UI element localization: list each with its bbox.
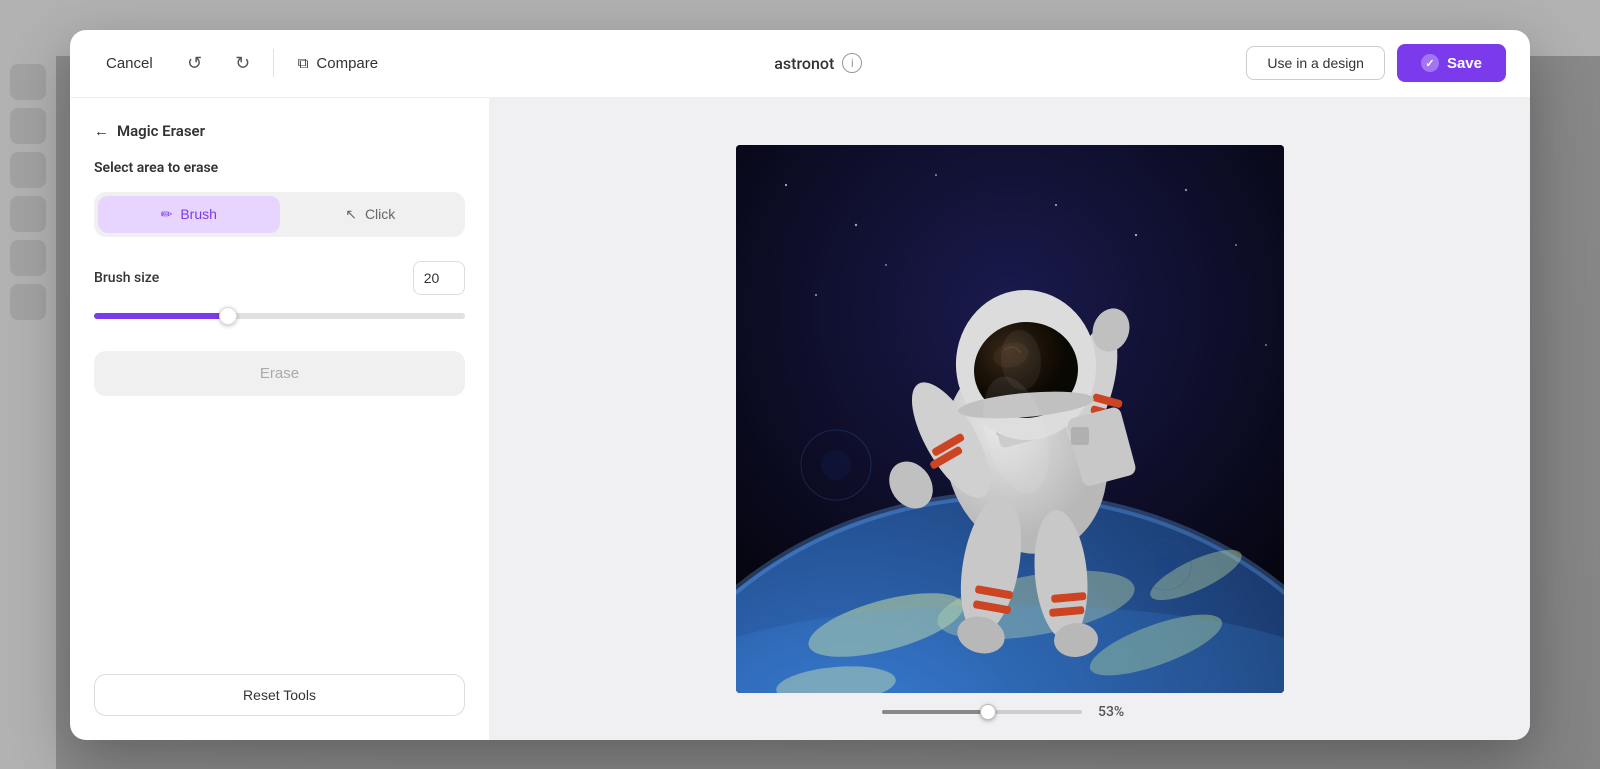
click-icon: ↖	[345, 206, 357, 223]
compare-button[interactable]: ⧉ Compare	[286, 47, 390, 80]
brush-tool-button[interactable]: ✏ Brush	[98, 196, 280, 233]
redo-button[interactable]: ↻	[225, 45, 261, 81]
undo-button[interactable]: ↺	[177, 45, 213, 81]
zoom-slider[interactable]	[882, 710, 1082, 714]
brush-size-input[interactable]	[413, 261, 465, 295]
brush-size-label: Brush size	[94, 270, 159, 286]
tool-name-label: Magic Eraser	[117, 122, 205, 140]
brush-size-slider-container	[94, 305, 465, 327]
modal-body: ← Magic Eraser Select area to erase ✏ Br…	[70, 98, 1530, 740]
spacer	[94, 412, 465, 674]
brush-size-row: Brush size	[94, 261, 465, 295]
select-area-title: Select area to erase	[94, 160, 465, 176]
back-arrow-icon: ←	[94, 122, 109, 140]
header-left: Cancel ↺ ↻ ⧉ Compare	[94, 45, 390, 81]
compare-label: Compare	[316, 55, 378, 72]
zoom-slider-fill	[882, 710, 988, 714]
modal-header: Cancel ↺ ↻ ⧉ Compare astronot i Use in a…	[70, 30, 1530, 98]
header-right: Use in a design ✓ Save	[1246, 44, 1506, 82]
header-center: astronot i	[774, 53, 862, 73]
tool-button-group: ✏ Brush ↖ Click	[94, 192, 465, 237]
slider-thumb[interactable]	[219, 307, 237, 325]
magic-eraser-modal: ✕ Cancel ↺ ↻ ⧉ Compare astronot i Use in…	[70, 30, 1530, 740]
info-button[interactable]: i	[842, 53, 862, 73]
modal-overlay: ✕ Cancel ↺ ↻ ⧉ Compare astronot i Use in…	[0, 0, 1600, 769]
click-tool-button[interactable]: ↖ Click	[280, 196, 462, 233]
left-panel: ← Magic Eraser Select area to erase ✏ Br…	[70, 98, 490, 740]
modal-title: astronot	[774, 54, 834, 73]
brush-icon: ✏	[161, 206, 173, 223]
slider-fill	[94, 313, 228, 319]
reset-tools-button[interactable]: Reset Tools	[94, 674, 465, 716]
cancel-button[interactable]: Cancel	[94, 47, 165, 80]
erase-button[interactable]: Erase	[94, 351, 465, 396]
save-button[interactable]: ✓ Save	[1397, 44, 1506, 82]
zoom-percentage: 53%	[1098, 704, 1138, 720]
brush-label: Brush	[180, 206, 217, 222]
save-checkmark: ✓	[1421, 54, 1439, 72]
astronaut-svg	[736, 145, 1284, 693]
compare-icon: ⧉	[298, 55, 309, 72]
image-container	[736, 145, 1284, 693]
back-link[interactable]: ← Magic Eraser	[94, 122, 465, 140]
save-label: Save	[1447, 55, 1482, 72]
astronaut-image	[736, 145, 1284, 693]
zoom-slider-thumb[interactable]	[980, 704, 996, 720]
brush-size-slider-track[interactable]	[94, 313, 465, 319]
canvas-area: 53%	[490, 98, 1530, 740]
click-label: Click	[365, 206, 395, 222]
zoom-bar: 53%	[882, 704, 1138, 720]
use-in-design-button[interactable]: Use in a design	[1246, 46, 1385, 80]
header-divider	[273, 49, 274, 77]
